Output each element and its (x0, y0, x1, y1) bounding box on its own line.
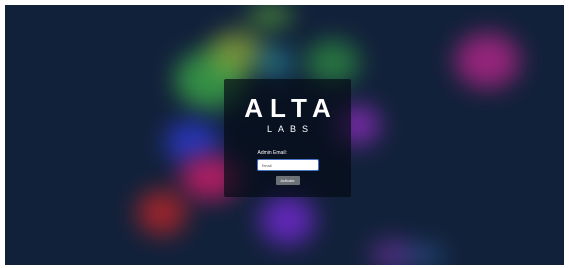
brand-subtitle: LABS (266, 124, 314, 134)
brand-logo: ALTA LABS (224, 95, 351, 134)
email-label: Admin Email: (257, 150, 287, 156)
glow-decoration (248, 5, 293, 27)
glow-decoration (255, 45, 295, 80)
glow-decoration (405, 243, 445, 265)
login-card: ALTA LABS Admin Email: Activate (224, 79, 351, 197)
brand-name: ALTA (244, 93, 338, 123)
glow-decoration (137, 190, 187, 235)
glow-decoration (260, 195, 315, 245)
activate-button[interactable]: Activate (275, 176, 300, 185)
activation-form: Admin Email: Activate (224, 150, 351, 185)
glow-decoration (455, 33, 520, 88)
email-input[interactable] (256, 159, 319, 171)
